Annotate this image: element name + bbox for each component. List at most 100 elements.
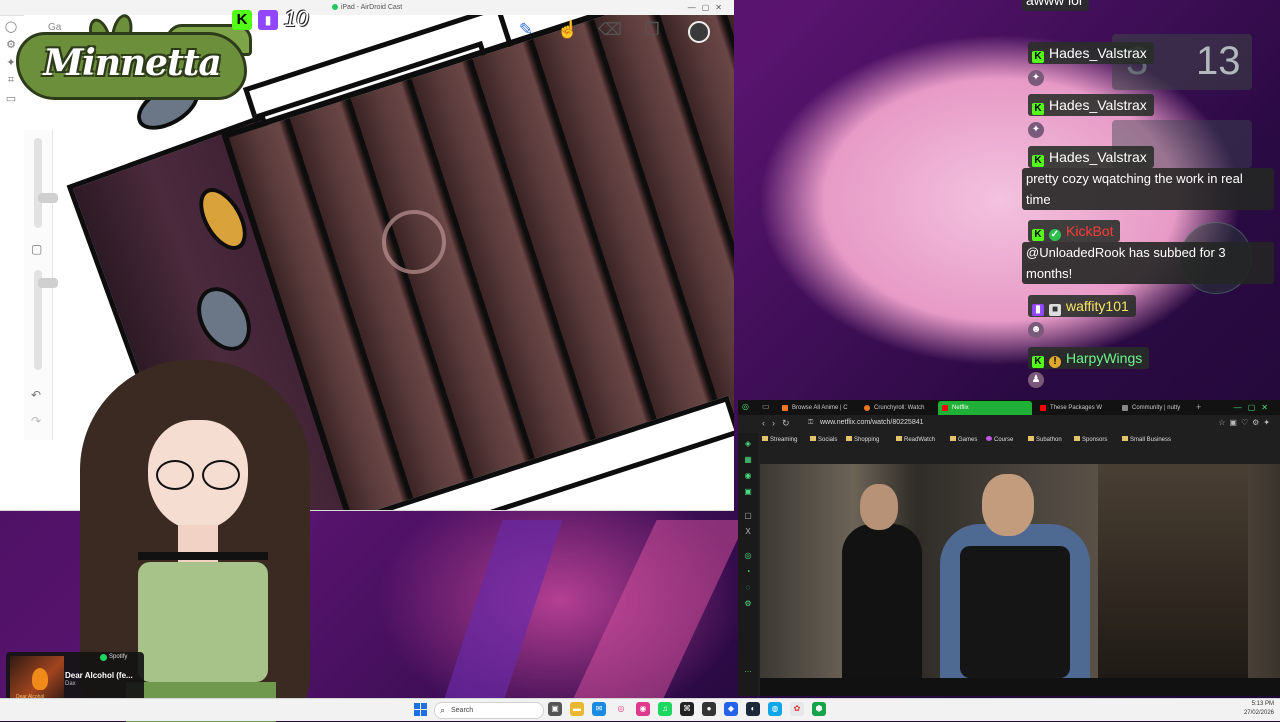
browser-nav-icons[interactable]: ‹›↻ (762, 418, 797, 429)
app-icon[interactable]: ◉ (636, 702, 650, 716)
opacity-slider[interactable] (34, 270, 58, 370)
twitch-icon: ▮ (1032, 304, 1044, 316)
username-text: Hades_Valstrax (1049, 97, 1147, 113)
bookmark-folder[interactable]: Sponsors (1074, 434, 1107, 447)
color-picker-button[interactable] (688, 21, 710, 43)
system-tray[interactable]: 5:13 PM 27/02/2026 (1244, 700, 1274, 718)
chrome-icon[interactable]: ◍ (768, 702, 782, 716)
brush-size-slider[interactable] (34, 138, 58, 228)
spotify-brand: Spotify (109, 654, 128, 660)
browser-tab[interactable]: Browse All Anime | C (778, 401, 858, 415)
windows-logo-tile (421, 703, 427, 709)
app-icon[interactable]: ⌘ (680, 702, 694, 716)
folder-icon (1122, 436, 1128, 441)
brush-icon[interactable]: ✎ (514, 18, 538, 42)
sidebar-icon[interactable]: ◌ (743, 583, 753, 593)
app-icon[interactable]: ✿ (790, 702, 804, 716)
folder-icon (896, 436, 902, 441)
smudge-icon[interactable]: ☝ (556, 18, 580, 42)
video-bottom-bar (760, 678, 1280, 696)
procreate-sidebar: ▢ ↶ ↷ (24, 130, 58, 440)
kick-icon: K (1032, 155, 1044, 167)
slider-thumb[interactable] (38, 278, 58, 288)
app-icon[interactable]: ◎ (614, 702, 628, 716)
bookmark-folder[interactable]: ReadWatch (896, 434, 935, 447)
bookmark-label: Shopping (854, 437, 880, 443)
sidebar-icon[interactable]: ◎ (743, 551, 753, 561)
task-view-icon[interactable]: ▣ (548, 702, 562, 716)
chat-message: @UnloadedRook has subbed for 3 months! (1022, 242, 1274, 284)
video-person (842, 524, 922, 678)
user-avatar: ☻ (1028, 322, 1044, 338)
browser-tab[interactable]: These Packages W (1036, 401, 1116, 415)
chat-message: pretty cozy wqatching the work in real t… (1022, 168, 1274, 210)
extension-icons[interactable]: ☆▣♡⚙✦ (1218, 418, 1274, 427)
chat-top-message: awww lol (1022, 0, 1090, 11)
url-text[interactable]: www.netflix.com/watch/80225841 (820, 419, 924, 426)
browser-window[interactable]: ◎ ▭ Browse All Anime | C Crunchyroll: Wa… (738, 400, 1280, 696)
modify-button[interactable]: ▢ (31, 242, 42, 256)
moderator-badge-icon: ✓ (1049, 229, 1061, 241)
glasses-lens (202, 460, 240, 490)
x-icon[interactable]: X (743, 527, 753, 537)
chat-username: ▮ ■ waffity101 (1028, 295, 1136, 317)
layers-icon[interactable]: ❐ (640, 18, 664, 42)
twitch-icon: ▮ (258, 10, 278, 30)
sidebar-icon[interactable]: … (743, 665, 753, 675)
sidebar-icon[interactable]: ▢ (743, 511, 753, 521)
channel-logo: Minnetta (16, 12, 252, 100)
mail-icon[interactable]: ✉ (592, 702, 606, 716)
kick-icon: K (1032, 51, 1044, 63)
sidebar-icon[interactable]: ▣ (743, 487, 753, 497)
bookmark-folder[interactable]: Streaming (762, 434, 797, 447)
search-placeholder: Search (451, 707, 474, 714)
redo-icon[interactable]: ↷ (31, 414, 41, 428)
kick-icon: K (232, 10, 252, 30)
sidebar-icon[interactable]: ▦ (743, 455, 753, 465)
file-explorer-icon[interactable]: ▬ (570, 702, 584, 716)
follower-count: 10 (284, 6, 309, 31)
steam-icon[interactable]: ◐ (746, 702, 760, 716)
username-text: KickBot (1066, 223, 1114, 239)
browser-tab[interactable]: Crunchyroll: Watch (860, 401, 934, 415)
bookmark-label: ReadWatch (904, 437, 936, 443)
window-title: iPad - AirDroid Cast (340, 4, 403, 11)
bookmark-folder[interactable]: Course (986, 434, 1013, 447)
start-button[interactable] (414, 703, 427, 716)
sidebar-icon[interactable]: ◔ (743, 567, 753, 577)
slider-thumb[interactable] (38, 193, 58, 203)
undo-icon[interactable]: ↶ (31, 388, 41, 402)
address-bar[interactable]: ‹›↻ ⚿ www.netflix.com/watch/80225841 ☆▣♡… (738, 415, 1280, 433)
spotify-taskbar-icon[interactable]: ♫ (658, 702, 672, 716)
new-tab-button[interactable]: + (1196, 400, 1201, 415)
obs-icon[interactable]: ● (702, 702, 716, 716)
sidebar-icon[interactable]: ◈ (743, 439, 753, 449)
sidebar-icon[interactable]: ◉ (743, 471, 753, 481)
bookmark-folder[interactable]: Socials (810, 434, 837, 447)
app-icon[interactable]: ◆ (724, 702, 738, 716)
bookmark-folder[interactable]: Games (950, 434, 977, 447)
bookmark-folder[interactable]: Subathon (1028, 434, 1062, 447)
browser-menu-icon[interactable]: ◎ (742, 402, 749, 411)
eraser-icon[interactable]: ⌫ (598, 18, 622, 42)
browser-window-controls[interactable]: —▢✕ (1234, 400, 1274, 415)
bookmark-folder[interactable]: Small Business (1122, 434, 1171, 447)
tab-netflix[interactable]: Netflix (938, 401, 1032, 415)
spotify-icon (100, 654, 107, 661)
windows-logo-tile (414, 703, 420, 709)
chat-text: awww lol (1026, 0, 1083, 8)
lock-icon[interactable]: ⚿ (808, 419, 813, 427)
tab-label: Community | nutty (1132, 405, 1181, 411)
course-icon (986, 436, 992, 441)
folder-icon (1074, 436, 1080, 441)
bookmark-folder[interactable]: Shopping (846, 434, 879, 447)
browser-tab[interactable]: Community | nutty (1118, 401, 1192, 415)
netflix-video-player[interactable] (760, 464, 1280, 678)
taskbar-search[interactable]: ⌕ Search (434, 702, 544, 719)
window-controls[interactable]: —▢✕ (688, 0, 728, 15)
sidebar-icon[interactable]: ⚙ (743, 599, 753, 609)
tab-actions-icon[interactable]: ▭ (762, 402, 770, 411)
chat-username: K Hades_Valstrax (1028, 42, 1154, 64)
app-icon[interactable]: ⬢ (812, 702, 826, 716)
tab-label: Crunchyroll: Watch (874, 405, 925, 411)
